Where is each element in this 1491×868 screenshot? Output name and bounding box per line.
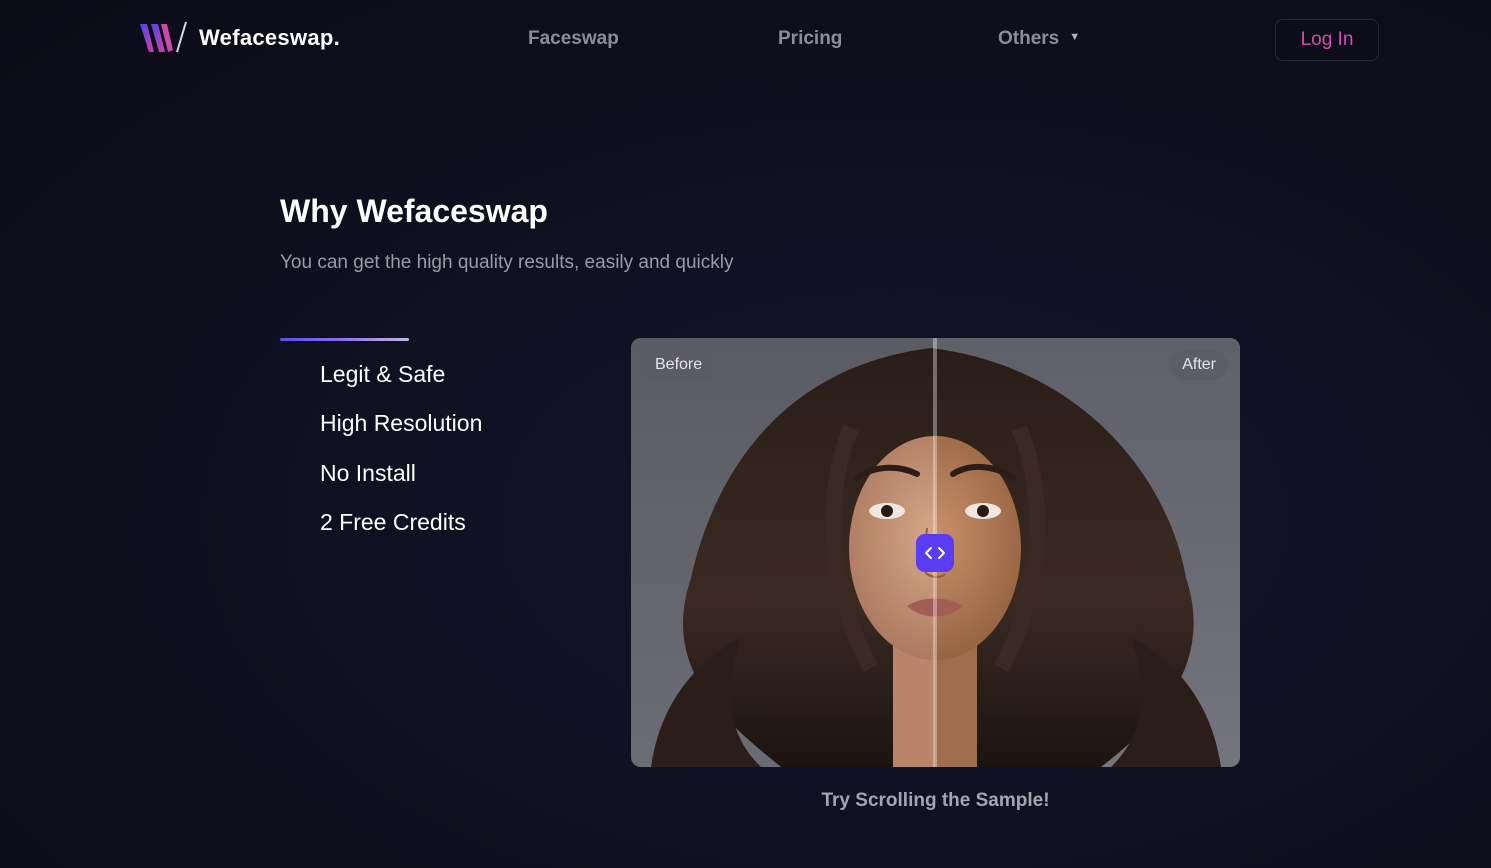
feature-item-legit-safe[interactable]: Legit & Safe: [320, 358, 482, 407]
login-button[interactable]: Log In: [1275, 19, 1379, 61]
code-arrows-icon: [925, 547, 945, 559]
chevron-down-icon: ▼: [1069, 31, 1081, 43]
w-logo-icon: [140, 21, 187, 53]
section-subtitle: You can get the high quality results, ea…: [280, 252, 734, 273]
brand-logo[interactable]: Wefaceswap.: [140, 20, 340, 56]
slider-handle[interactable]: [916, 534, 954, 572]
nav-link-faceswap[interactable]: Faceswap: [528, 28, 619, 50]
feature-list: Legit & Safe High Resolution No Install …: [320, 358, 482, 555]
nav-others-label: Others: [998, 28, 1060, 49]
nav-dropdown-others[interactable]: Others ▼: [998, 28, 1080, 50]
after-label: After: [1170, 350, 1228, 380]
feature-item-high-resolution[interactable]: High Resolution: [320, 407, 482, 456]
before-after-slider[interactable]: Before After: [631, 338, 1240, 767]
active-feature-indicator: [280, 338, 409, 341]
nav-link-pricing[interactable]: Pricing: [778, 28, 842, 50]
before-label: Before: [643, 350, 715, 380]
section-title: Why Wefaceswap: [280, 193, 548, 229]
feature-item-free-credits[interactable]: 2 Free Credits: [320, 506, 482, 555]
slider-caption: Try Scrolling the Sample!: [821, 790, 1050, 811]
feature-item-no-install[interactable]: No Install: [320, 457, 482, 506]
top-navigation: Wefaceswap. Faceswap Pricing Others ▼ Lo…: [0, 0, 1491, 80]
brand-name: Wefaceswap.: [199, 25, 341, 50]
